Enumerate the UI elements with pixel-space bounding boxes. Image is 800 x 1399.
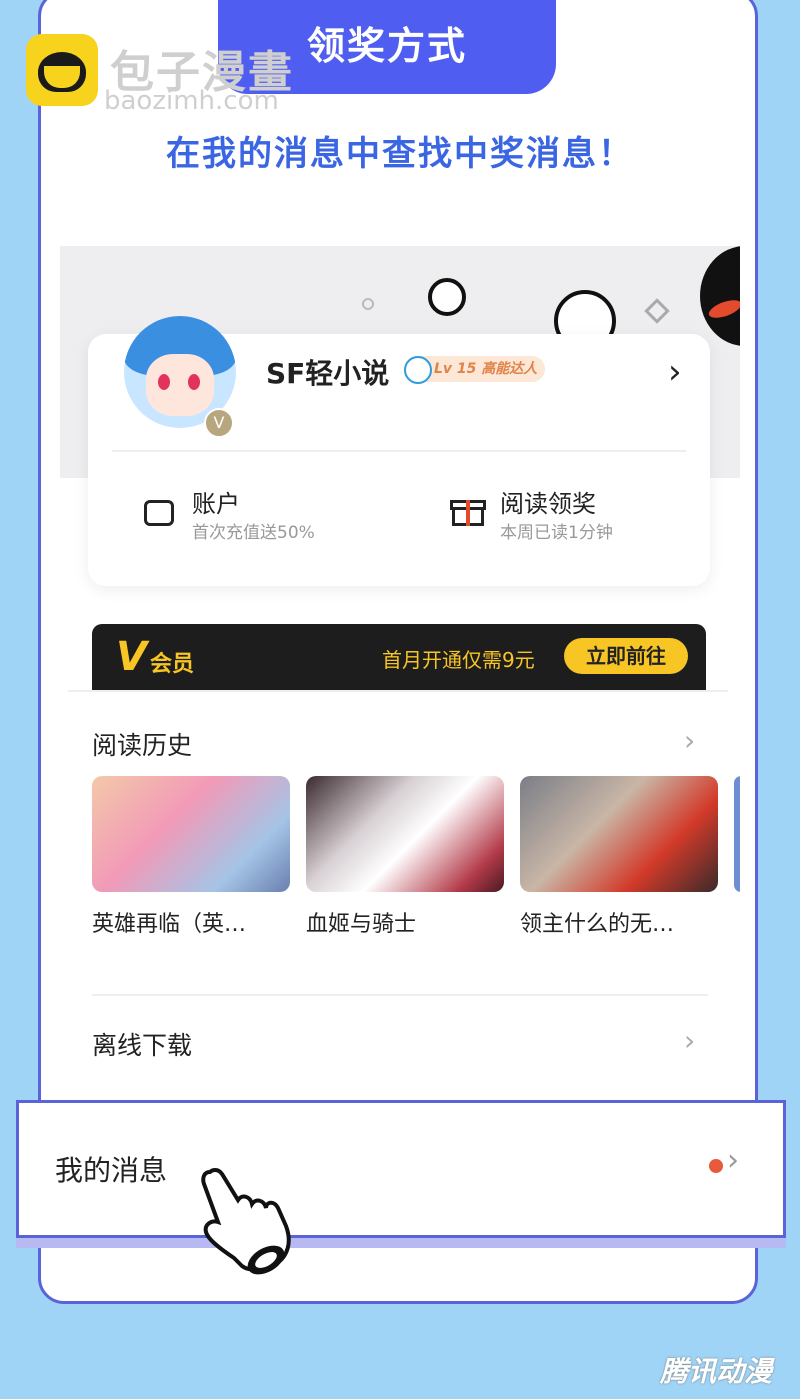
chevron-right-icon[interactable]: › (668, 352, 682, 392)
comic-title[interactable]: 血姬与骑士 (306, 906, 496, 938)
chevron-right-icon[interactable]: › (684, 1024, 695, 1057)
comic-cover[interactable] (734, 776, 740, 892)
account-subtitle: 首次充值送50% (192, 523, 315, 543)
divider (68, 690, 728, 692)
user-name: SF轻小说 (266, 357, 390, 390)
vip-go-button[interactable]: 立即前往 (564, 638, 688, 674)
verified-badge: V (204, 408, 234, 438)
wallet-icon (144, 500, 174, 526)
comic-cover[interactable] (306, 776, 504, 892)
vip-label: 会员 (150, 652, 195, 677)
app-screenshot: V SF轻小说 Lv 15 高能达人 › 账户 首次充值送50% 阅读领奖 本周… (60, 246, 740, 1086)
pointing-hand-icon (201, 1168, 291, 1275)
my-messages-item[interactable]: 我的消息 › (16, 1100, 786, 1238)
brand-url: baozimh.com (104, 86, 279, 116)
unread-dot-icon (709, 1159, 723, 1173)
chevron-right-icon[interactable]: › (684, 724, 695, 757)
divider (92, 994, 708, 996)
level-badge: Lv 15 高能达人 (404, 356, 546, 384)
comic-cover[interactable] (520, 776, 718, 892)
my-messages-label: 我的消息 (55, 1154, 168, 1187)
gift-icon (450, 496, 486, 526)
profile-card[interactable]: V SF轻小说 Lv 15 高能达人 › 账户 首次充值送50% 阅读领奖 本周… (88, 316, 710, 586)
vip-banner[interactable]: V 会员 首月开通仅需9元 立即前往 (92, 624, 706, 690)
reading-history-title[interactable]: 阅读历史 (92, 726, 192, 762)
brand-logo (26, 34, 98, 106)
comic-title[interactable]: 领主什么的无… (520, 906, 710, 938)
reading-reward-label: 阅读领奖 (500, 490, 596, 518)
watermark: 腾讯动漫 (660, 1355, 773, 1388)
chevron-right-icon[interactable]: › (727, 1143, 739, 1178)
account-label: 账户 (192, 490, 240, 518)
vip-logo: V (116, 634, 147, 680)
instruction-subtitle: 在我的消息中查找中奖消息！ (166, 134, 634, 174)
vip-promo-text: 首月开通仅需9元 (382, 648, 535, 672)
divider (112, 450, 686, 452)
reading-reward-subtitle: 本周已读1分钟 (500, 523, 613, 543)
decor-dot (362, 298, 374, 310)
offline-download-item[interactable]: 离线下载 (92, 1026, 192, 1062)
clock-decor-icon (428, 278, 466, 316)
comic-title[interactable]: 英雄再临（英… (92, 906, 282, 938)
comic-cover[interactable] (92, 776, 290, 892)
